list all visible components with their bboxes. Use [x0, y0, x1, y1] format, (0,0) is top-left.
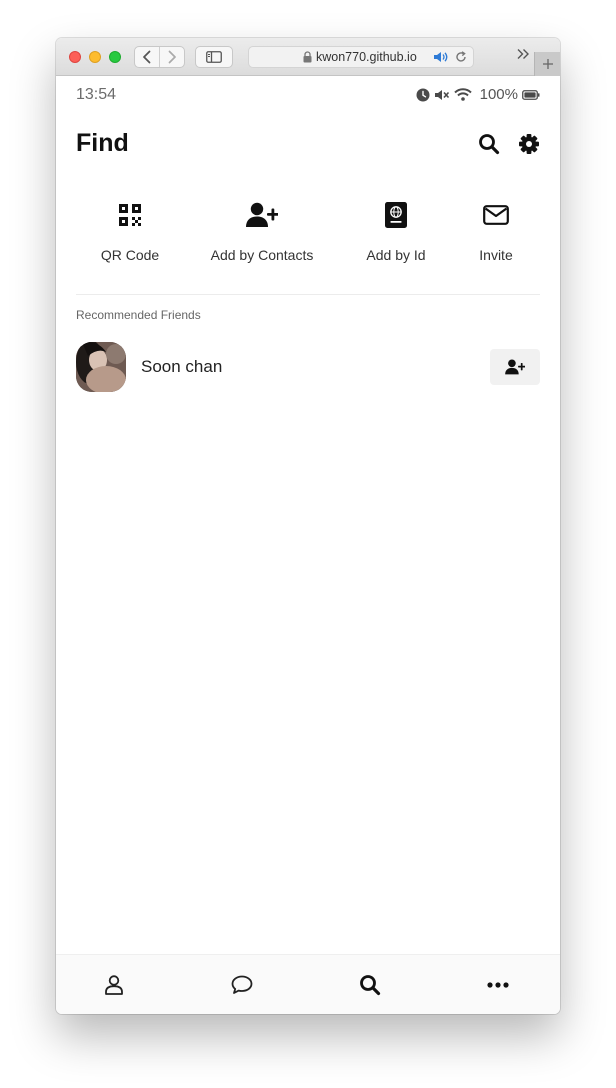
- lock-icon: [303, 51, 312, 63]
- battery-percent: 100%: [479, 86, 518, 103]
- mute-icon: [434, 89, 449, 100]
- page-title: Find: [76, 129, 129, 157]
- audio-playing-icon[interactable]: [433, 51, 449, 63]
- qr-code-label: QR Code: [100, 247, 160, 263]
- back-button[interactable]: [135, 47, 159, 67]
- qr-code-action[interactable]: QR Code: [70, 198, 190, 263]
- wifi-icon: [453, 88, 472, 101]
- forward-button[interactable]: [159, 47, 184, 67]
- url-text: kwon770.github.io: [316, 50, 417, 64]
- friend-list-item[interactable]: Soon chan: [76, 342, 540, 392]
- battery-icon: [522, 89, 540, 100]
- reload-icon[interactable]: [455, 51, 467, 63]
- zoom-window-button[interactable]: [109, 51, 121, 63]
- sidebar-icon: [206, 51, 222, 63]
- minimize-window-button[interactable]: [89, 51, 101, 63]
- chevron-double-right-icon[interactable]: [516, 48, 530, 60]
- status-time: 13:54: [76, 86, 117, 103]
- browser-titlebar: kwon770.github.io: [56, 38, 560, 76]
- recommended-friends-title: Recommended Friends: [76, 308, 201, 322]
- chat-bubble-icon: [231, 975, 253, 994]
- gear-icon: [519, 134, 539, 154]
- header-search-button[interactable]: [478, 133, 500, 160]
- section-divider: [76, 294, 540, 295]
- invite-label: Invite: [479, 247, 513, 263]
- close-window-button[interactable]: [69, 51, 81, 63]
- invite-action[interactable]: Invite: [436, 198, 556, 263]
- page-header: Find: [56, 122, 560, 166]
- search-icon: [360, 975, 381, 996]
- user-plus-icon: [505, 359, 525, 375]
- plus-icon: [542, 59, 553, 69]
- search-icon: [479, 134, 500, 155]
- header-settings-button[interactable]: [518, 133, 540, 160]
- add-by-contacts-label: Add by Contacts: [210, 247, 314, 263]
- find-actions: QR Code Add by Contacts Add by Id Invite: [56, 198, 560, 276]
- browser-window: kwon770.github.io 13:54 100% Find QR Cod…: [56, 38, 560, 1014]
- new-tab-button[interactable]: [534, 52, 560, 76]
- user-plus-icon: [246, 202, 278, 227]
- avatar: [76, 342, 126, 392]
- qr-code-icon: [119, 204, 141, 226]
- more-icon: [487, 982, 509, 988]
- nav-tab-chats[interactable]: [227, 973, 257, 997]
- envelope-icon: [483, 205, 509, 225]
- nav-tab-more[interactable]: [483, 973, 513, 997]
- add-by-contacts-action[interactable]: Add by Contacts: [202, 198, 322, 263]
- bottom-nav: [56, 954, 560, 1014]
- alarm-clock-icon: [416, 88, 430, 101]
- status-bar: 13:54 100%: [56, 76, 560, 112]
- nav-tab-find[interactable]: [355, 973, 385, 997]
- friend-name: Soon chan: [141, 357, 223, 376]
- user-icon: [105, 975, 123, 995]
- address-bar[interactable]: kwon770.github.io: [248, 46, 474, 68]
- sidebar-toggle-button[interactable]: [195, 46, 233, 68]
- passport-icon: [385, 202, 407, 228]
- nav-tab-friends[interactable]: [99, 973, 129, 997]
- add-friend-button[interactable]: [490, 349, 540, 385]
- history-nav: [134, 46, 185, 68]
- status-icons: 100%: [416, 86, 540, 103]
